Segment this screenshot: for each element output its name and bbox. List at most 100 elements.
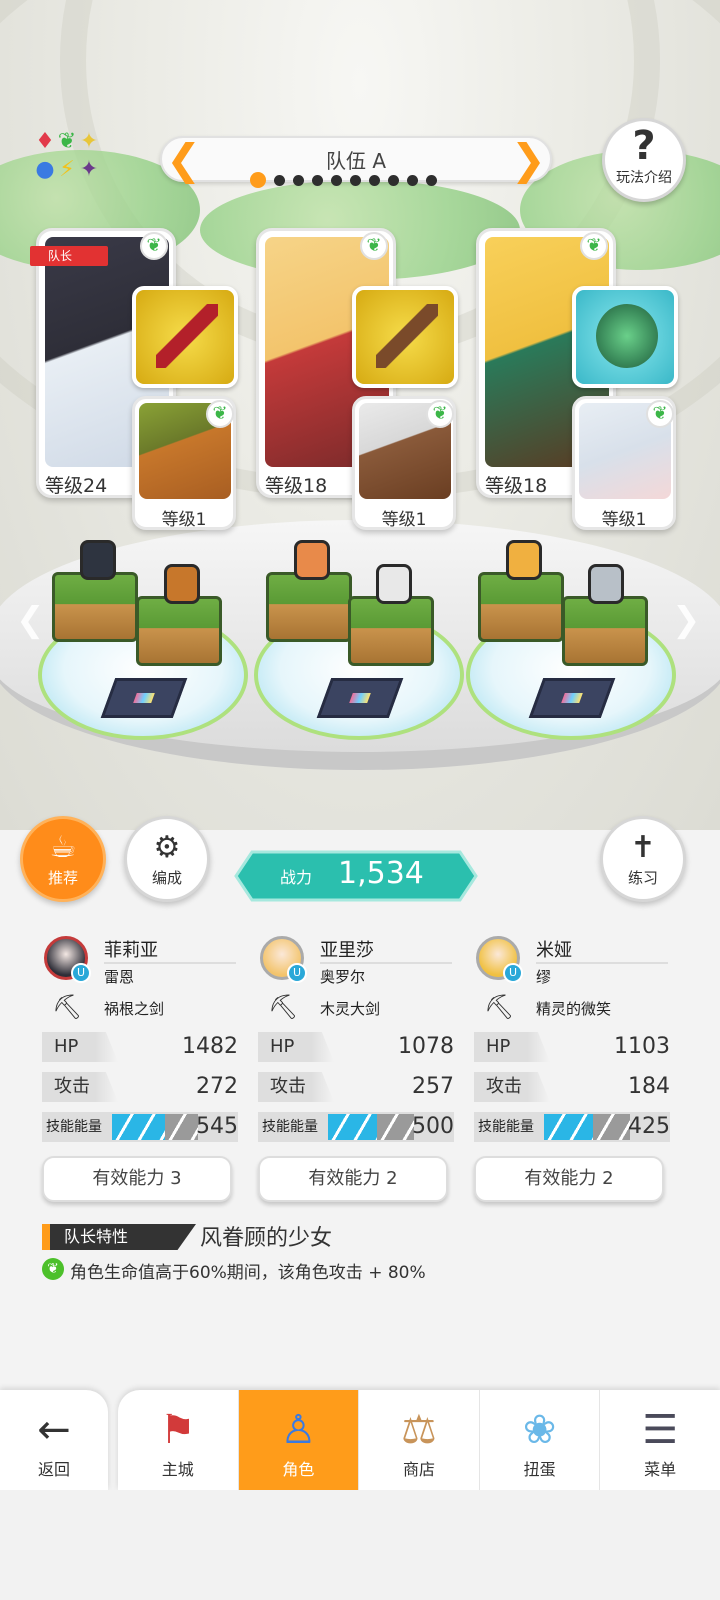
team-dot[interactable]: [426, 174, 437, 186]
menu-icon: ☰: [642, 1407, 679, 1453]
hero-avatar[interactable]: U: [44, 936, 91, 983]
team-dot[interactable]: [369, 174, 380, 186]
nav-tab-gacha[interactable]: ❀ 扭蛋: [480, 1390, 601, 1490]
energy-label: 技能能量: [262, 1119, 318, 1135]
effective-ability-button-3[interactable]: 有效能力 2: [474, 1156, 664, 1202]
hp-label: HP: [42, 1032, 118, 1062]
relic-tile: [528, 678, 616, 718]
leaf-element-icon: ❦: [646, 400, 674, 428]
scroll-left-arrow[interactable]: ❮: [16, 600, 45, 640]
hero-level: 等级24: [45, 475, 108, 497]
team-dot[interactable]: [407, 174, 418, 186]
hero-avatar[interactable]: U: [260, 936, 307, 983]
weapon-type-icon: ⛏: [268, 993, 299, 1021]
weapon-type-icon: ⛏: [484, 993, 515, 1021]
formation-button[interactable]: ⚙ 编成: [124, 816, 210, 902]
person-gear-icon: ⚙: [153, 830, 181, 865]
energy-value: 500: [412, 1114, 454, 1139]
nav-tab-menu[interactable]: ☰ 菜单: [600, 1390, 720, 1490]
leaf-element-icon: ❦: [140, 232, 168, 260]
team-power: 战力 1,534: [234, 850, 478, 902]
back-label: 返回: [37, 1460, 70, 1479]
hero-name: 菲莉亚: [104, 940, 158, 961]
weapon-slot-1[interactable]: [132, 286, 238, 388]
orb-icon: [596, 304, 658, 368]
weapon-slot-3[interactable]: [572, 286, 678, 388]
help-label: 玩法介绍: [616, 170, 672, 186]
team-dot-active[interactable]: [250, 172, 266, 188]
team-dot[interactable]: [388, 174, 399, 186]
team-dot[interactable]: [350, 174, 361, 186]
prev-team-button[interactable]: ❮: [166, 138, 201, 182]
practice-button[interactable]: ✝ 练习: [600, 816, 686, 902]
name-divider: [104, 962, 236, 964]
sub-sprite-2[interactable]: [376, 564, 412, 604]
power-label: 战力: [280, 868, 313, 887]
sub-sprite-1[interactable]: [164, 564, 200, 604]
nav-tabs: ⚑ 主城 ♙ 角色 ⚖ 商店 ❀ 扭蛋 ☰ 菜单: [118, 1390, 720, 1490]
hero-sprite-3[interactable]: [506, 540, 542, 580]
food-icon: ☕: [49, 830, 77, 865]
nav-label: 菜单: [644, 1460, 677, 1479]
sub-hero-level: 等级1: [161, 510, 207, 530]
energy-bar-fill: [544, 1114, 593, 1140]
leaf-element-icon: ❦: [206, 400, 234, 428]
grass-tile: [478, 572, 564, 642]
gacha-icon: ❀: [522, 1407, 557, 1453]
castle-icon: ⚑: [159, 1407, 196, 1453]
hp-stat: HP 1482: [42, 1032, 238, 1062]
attack-stat: 攻击 184: [474, 1072, 670, 1102]
attack-value: 184: [628, 1074, 670, 1099]
grass-tile: [266, 572, 352, 642]
leaf-green-icon: ❦: [57, 129, 77, 154]
nav-label: 商店: [402, 1460, 435, 1479]
hero-level: 等级18: [265, 475, 328, 497]
nav-label: 角色: [282, 1460, 315, 1479]
hero-sprite-1[interactable]: [80, 540, 116, 580]
weapon-name: 祸根之剑: [104, 1000, 165, 1018]
skill-energy-stat: 技能能量 500: [258, 1112, 454, 1142]
hp-stat: HP 1078: [258, 1032, 454, 1062]
sub-hero-level: 等级1: [381, 510, 427, 530]
skill-energy-stat: 技能能量 545: [42, 1112, 238, 1142]
grass-tile: [562, 596, 648, 666]
relic-tile: [316, 678, 404, 718]
next-team-button[interactable]: ❯: [511, 138, 546, 182]
effective-ability-button-2[interactable]: 有效能力 2: [258, 1156, 448, 1202]
relic-tile: [100, 678, 188, 718]
hero-avatar[interactable]: U: [476, 936, 523, 983]
energy-bar-fill: [328, 1114, 377, 1140]
circle-blue-icon: ●: [35, 157, 55, 182]
team-dot[interactable]: [293, 174, 304, 186]
attack-label: 攻击: [42, 1072, 118, 1102]
nav-tab-castle[interactable]: ⚑ 主城: [118, 1390, 239, 1490]
element-chart[interactable]: ♦ ❦ ✦ ● ⚡ ✦: [34, 128, 130, 188]
bottom-safe-area: [0, 1490, 720, 1600]
sub-hero-name: 缪: [536, 968, 552, 986]
hero-sprite-2[interactable]: [294, 540, 330, 580]
training-dummy-icon: ✝: [630, 830, 656, 865]
scroll-right-arrow[interactable]: ❯: [672, 600, 701, 640]
formation-label: 编成: [151, 869, 182, 887]
effective-ability-button-1[interactable]: 有效能力 3: [42, 1156, 232, 1202]
back-button[interactable]: ← 返回: [0, 1390, 108, 1490]
energy-label: 技能能量: [478, 1119, 534, 1135]
arena-platform: [0, 520, 720, 820]
nav-tab-shop[interactable]: ⚖ 商店: [359, 1390, 480, 1490]
nav-tab-character[interactable]: ♙ 角色: [238, 1390, 360, 1490]
sword-icon: [376, 304, 438, 368]
sub-sprite-3[interactable]: [588, 564, 624, 604]
team-dot[interactable]: [312, 174, 323, 186]
team-dot[interactable]: [274, 174, 285, 186]
team-page-dots[interactable]: [250, 172, 437, 188]
energy-bar-rest: [593, 1114, 630, 1140]
help-button[interactable]: ? 玩法介绍: [602, 118, 686, 202]
leaf-element-icon: ❦: [426, 400, 454, 428]
nav-label: 主城: [161, 1460, 194, 1479]
team-dot[interactable]: [331, 174, 342, 186]
attack-value: 272: [196, 1074, 238, 1099]
weapon-slot-2[interactable]: [352, 286, 458, 388]
sub-avatar-icon: U: [287, 963, 307, 983]
recommend-button[interactable]: ☕ 推荐: [20, 816, 106, 902]
hp-stat: HP 1103: [474, 1032, 670, 1062]
